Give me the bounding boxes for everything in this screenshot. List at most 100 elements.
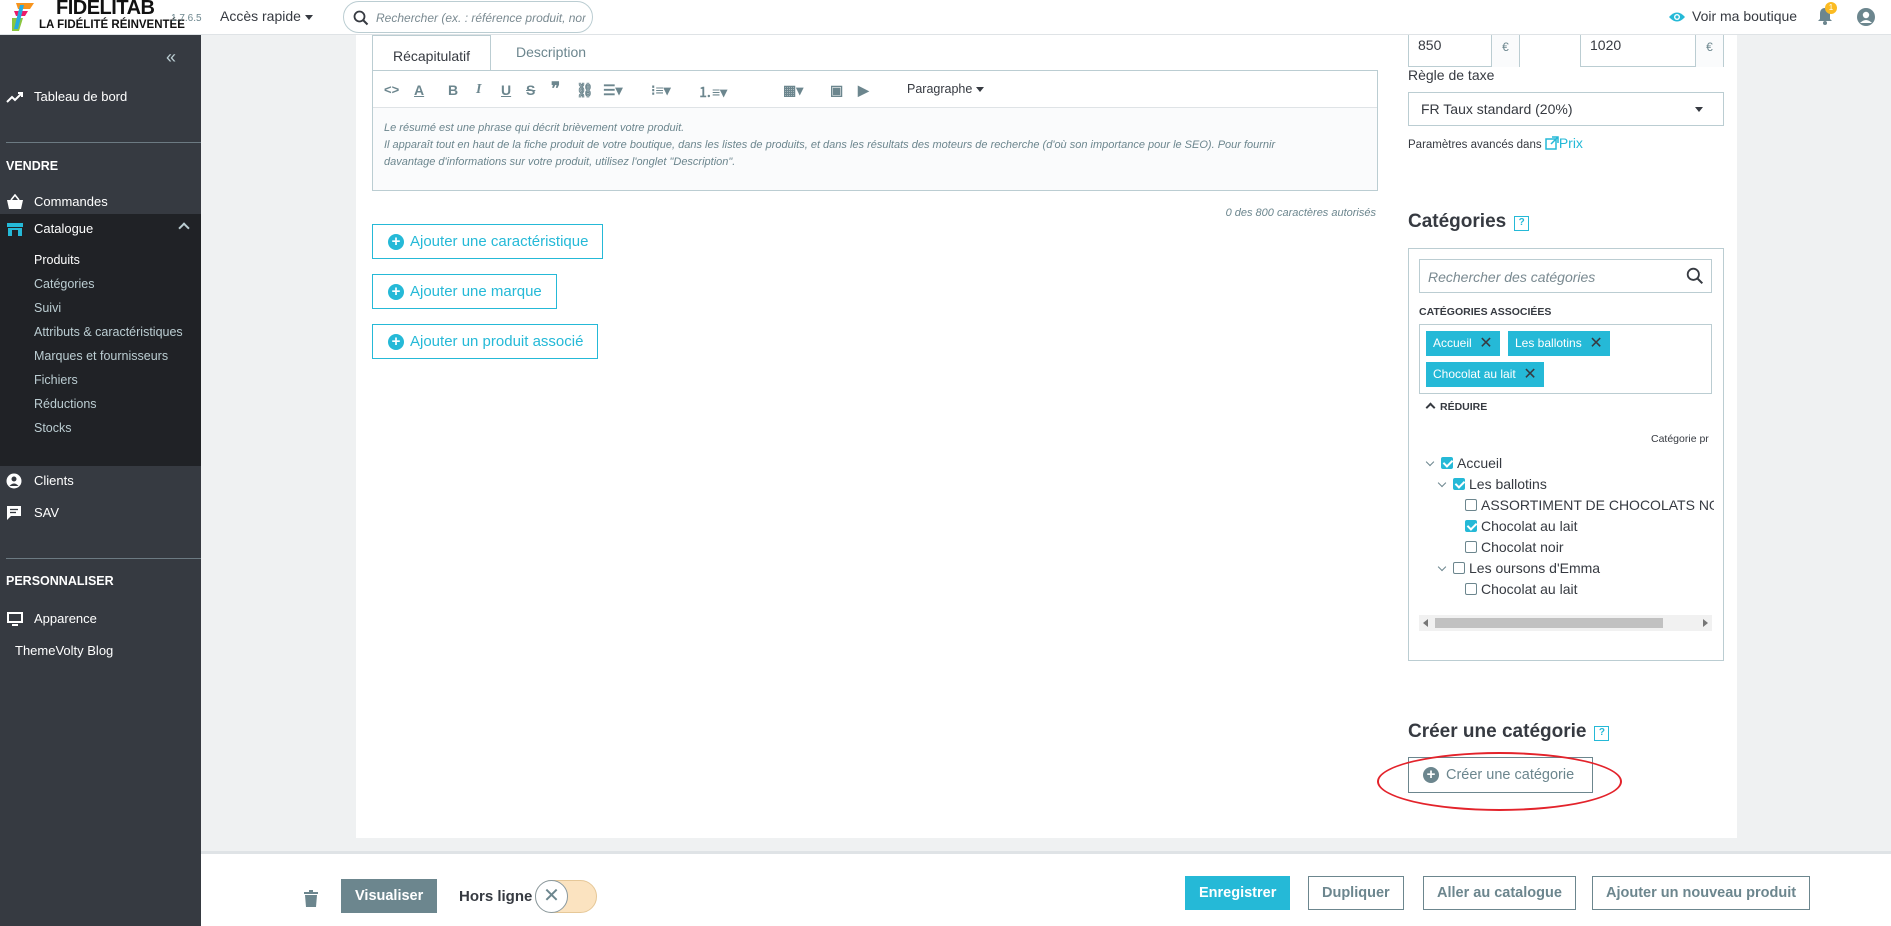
quick-access-dropdown[interactable]: Accès rapide: [220, 8, 313, 24]
strikethrough-icon[interactable]: S: [526, 82, 535, 98]
sidebar-subitem-brands[interactable]: Marques et fournisseurs: [34, 349, 168, 363]
expand-chevron-icon[interactable]: [1425, 457, 1435, 467]
scroll-left-icon[interactable]: [1423, 619, 1428, 627]
remove-tag-icon[interactable]: ✕: [1589, 331, 1602, 356]
sidebar-subitem-categories[interactable]: Catégories: [34, 277, 94, 291]
basket-icon: [7, 194, 23, 209]
remove-tag-icon[interactable]: ✕: [1523, 362, 1536, 387]
help-icon[interactable]: ?: [1514, 216, 1530, 231]
tree-node-assortiment[interactable]: ASSORTIMENT DE CHOCOLATS NOIRS: [1465, 497, 1714, 513]
sidebar-subitem-products[interactable]: Produits: [34, 253, 80, 267]
global-search-input[interactable]: Rechercher (ex. : référence produit, nom: [343, 1, 593, 33]
duplicate-button[interactable]: Dupliquer: [1308, 876, 1404, 910]
code-icon[interactable]: <>: [384, 82, 399, 97]
category-checkbox[interactable]: [1465, 583, 1477, 595]
sidebar-subitem-tracking[interactable]: Suivi: [34, 301, 61, 315]
online-toggle[interactable]: ✕: [535, 880, 597, 913]
tree-node-label: Chocolat au lait: [1481, 518, 1578, 534]
category-checkbox[interactable]: [1441, 457, 1453, 469]
bold-icon[interactable]: B: [448, 82, 458, 98]
notifications-button[interactable]: 1: [1817, 2, 1837, 28]
expand-chevron-icon[interactable]: [1437, 562, 1447, 572]
sidebar-item-dashboard[interactable]: Tableau de bord: [0, 82, 201, 112]
caret-down-icon: [304, 14, 313, 20]
sidebar-item-catalog[interactable]: Catalogue: [0, 214, 201, 244]
category-checkbox[interactable]: [1453, 562, 1465, 574]
category-checkbox[interactable]: [1465, 520, 1477, 532]
sidebar-subitem-files[interactable]: Fichiers: [34, 373, 78, 387]
tree-node-accueil[interactable]: Accueil: [1425, 455, 1503, 471]
save-button[interactable]: Enregistrer: [1185, 876, 1291, 910]
add-new-product-button[interactable]: Ajouter un nouveau produit: [1592, 876, 1811, 910]
tab-description[interactable]: Description: [496, 32, 606, 68]
tax-rule-select[interactable]: FR Taux standard (20%): [1408, 92, 1724, 126]
blockquote-icon[interactable]: ❞: [551, 79, 560, 99]
category-search-placeholder: Rechercher des catégories: [1428, 269, 1596, 285]
store-icon: [7, 223, 23, 236]
trash-icon[interactable]: [304, 890, 318, 907]
chat-icon: [7, 506, 21, 520]
table-icon[interactable]: ▦▾: [783, 82, 803, 99]
remove-tag-icon[interactable]: ✕: [1479, 331, 1492, 356]
add-brand-button[interactable]: + Ajouter une marque: [372, 274, 557, 309]
paragraph-format-dropdown[interactable]: Paragraphe: [907, 82, 985, 96]
tree-node-label: Accueil: [1457, 455, 1503, 471]
media-icon[interactable]: ▶: [858, 82, 869, 99]
sidebar-item-clients[interactable]: Clients: [0, 466, 201, 496]
external-link-icon: [1545, 136, 1559, 150]
expand-chevron-icon[interactable]: [1437, 478, 1447, 488]
numbered-list-icon[interactable]: ⒈≡▾: [698, 82, 727, 102]
sidebar-item-label: SAV: [34, 505, 60, 520]
sidebar-item-label: ThemeVolty Blog: [15, 643, 114, 658]
tag-label: Les ballotins: [1515, 336, 1582, 350]
collapse-sidebar-icon[interactable]: «: [166, 47, 176, 68]
summary-editor[interactable]: <> A B I U S ❞ ⛓ ☰▾ ⁝≡▾ ⒈≡▾ ▦▾ ▣ ▶ Parag…: [372, 70, 1378, 191]
collapse-tree-button[interactable]: RÉDUIRE: [1423, 401, 1487, 413]
summary-line: davantage d'informations sur votre produ…: [384, 156, 736, 168]
sidebar-subitem-discounts[interactable]: Réductions: [34, 397, 97, 411]
sidebar-item-blog[interactable]: ThemeVolty Blog: [0, 636, 201, 666]
underline-icon[interactable]: U: [501, 82, 511, 98]
scrollbar-thumb[interactable]: [1435, 618, 1663, 628]
summary-content[interactable]: Le résumé est une phrase qui décrit briè…: [373, 108, 1377, 190]
sidebar-subitem-stocks[interactable]: Stocks: [34, 421, 72, 435]
category-tag: Les ballotins ✕: [1508, 331, 1610, 356]
tree-node-oursons[interactable]: Les oursons d'Emma: [1437, 560, 1600, 576]
go-to-catalog-button[interactable]: Aller au catalogue: [1423, 876, 1576, 910]
category-checkbox[interactable]: [1465, 499, 1477, 511]
prices-link[interactable]: Prix: [1545, 135, 1583, 151]
scroll-right-icon[interactable]: [1703, 619, 1708, 627]
add-feature-button[interactable]: + Ajouter une caractéristique: [372, 224, 604, 259]
top-bar: FIDELITAB LA FIDÉLITÉ RÉINVENTÉE 1.7.6.5…: [0, 0, 1891, 35]
tree-node-chocolat-lait[interactable]: Chocolat au lait: [1465, 518, 1578, 534]
italic-icon[interactable]: I: [476, 82, 481, 98]
preview-button[interactable]: Visualiser: [341, 879, 438, 913]
align-icon[interactable]: ☰▾: [603, 82, 623, 99]
image-icon[interactable]: ▣: [830, 82, 843, 99]
advanced-settings-text: Paramètres avancés dans Prix: [1408, 135, 1583, 151]
link-icon[interactable]: ⛓: [576, 82, 594, 99]
view-shop-link[interactable]: Voir ma boutique: [1668, 8, 1797, 24]
help-icon[interactable]: ?: [1594, 726, 1610, 741]
text-color-icon[interactable]: A: [414, 82, 424, 98]
tree-node-chocolat-noir[interactable]: Chocolat noir: [1465, 539, 1564, 555]
category-checkbox[interactable]: [1465, 541, 1477, 553]
price-value: 850: [1418, 37, 1442, 53]
add-related-product-button[interactable]: + Ajouter un produit associé: [372, 324, 599, 359]
plus-circle-icon: +: [388, 234, 404, 250]
account-button[interactable]: [1856, 7, 1876, 30]
tree-node-chocolat-lait-2[interactable]: Chocolat au lait: [1465, 581, 1578, 597]
tree-node-ballotins[interactable]: Les ballotins: [1437, 476, 1547, 492]
version-label: 1.7.6.5: [171, 13, 202, 24]
sidebar-subitem-attributes[interactable]: Attributs & caractéristiques: [34, 325, 183, 339]
sidebar-item-orders[interactable]: Commandes: [0, 187, 201, 217]
category-checkbox[interactable]: [1453, 478, 1465, 490]
sidebar-item-appearance[interactable]: Apparence: [0, 604, 201, 634]
tab-summary[interactable]: Récapitulatif: [372, 35, 492, 72]
button-label: Ajouter une caractéristique: [410, 233, 589, 250]
sidebar-item-sav[interactable]: SAV: [0, 498, 201, 528]
tree-horizontal-scrollbar[interactable]: [1419, 615, 1712, 631]
category-search-input[interactable]: Rechercher des catégories: [1419, 259, 1712, 293]
brand-logo-icon[interactable]: [10, 1, 36, 33]
bullet-list-icon[interactable]: ⁝≡▾: [651, 82, 671, 99]
